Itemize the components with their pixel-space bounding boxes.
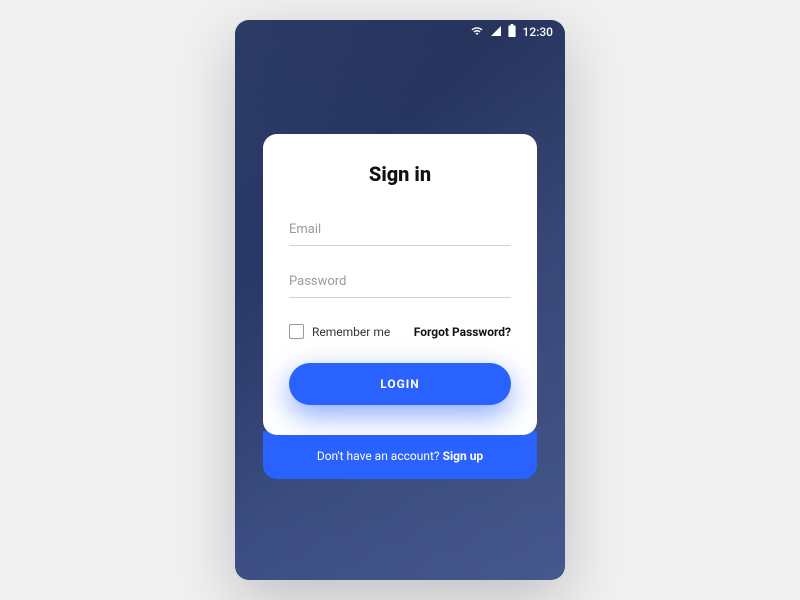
signup-bar: Don't have an account? Sign up — [263, 431, 537, 479]
remember-me-label: Remember me — [312, 325, 390, 339]
options-row: Remember me Forgot Password? — [289, 324, 511, 339]
battery-icon — [508, 24, 516, 40]
remember-me-wrapper: Remember me — [289, 324, 390, 339]
forgot-password-link[interactable]: Forgot Password? — [414, 325, 511, 339]
email-field[interactable] — [289, 214, 511, 246]
card-container: Sign in Remember me Forgot Password? LOG… — [235, 44, 565, 479]
signup-prompt: Don't have an account? — [317, 449, 443, 463]
password-field[interactable] — [289, 266, 511, 298]
phone-frame: 12:30 Sign in Remember me Forgot Passwor… — [235, 20, 565, 580]
login-button[interactable]: LOGIN — [289, 363, 511, 405]
signup-link[interactable]: Sign up — [443, 449, 484, 463]
signin-card: Sign in Remember me Forgot Password? LOG… — [263, 134, 537, 435]
status-clock: 12:30 — [523, 25, 553, 39]
signin-title: Sign in — [289, 162, 511, 186]
status-bar: 12:30 — [235, 20, 565, 44]
remember-me-checkbox[interactable] — [289, 324, 304, 339]
wifi-icon — [470, 25, 484, 40]
cellular-signal-icon — [489, 25, 503, 40]
